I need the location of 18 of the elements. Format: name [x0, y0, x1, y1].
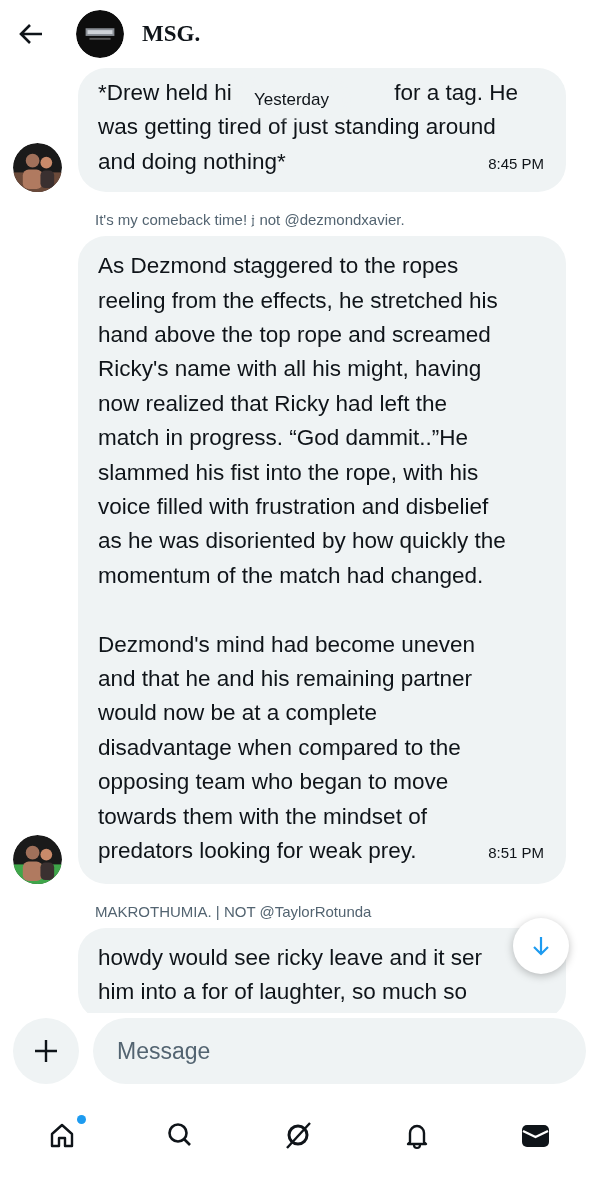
message-text: As Dezmond staggered to the ropes reeling from the effects, he stretched his hand above the top rope and screamed Ricky's name with all his might, having now realized that Ricky had left the match in progress. “God dammit..”He slammed his fist into the rope, with his voice filled with frustration and disbelief as he was disoriented by how quickly the momentum of the match had changed.	[98, 252, 506, 590]
date-label: Yesterday	[240, 86, 343, 114]
sender-name: MAKROTHUMIA. | NOT @TaylorRotunda	[95, 901, 373, 922]
message-text: and doing nothing*	[98, 147, 286, 176]
message-text: for a tag. He	[394, 79, 518, 107]
plus-icon	[34, 1039, 58, 1063]
sender-name: It's my comeback time! 𝔧 not @dezmondxavier.	[95, 210, 406, 231]
chat-title: MSG.	[142, 21, 201, 47]
notification-dot	[77, 1115, 87, 1124]
arrow-down-icon	[532, 936, 550, 956]
message-text: predators looking for weak prey.	[98, 837, 417, 866]
scroll-down-button[interactable]	[513, 918, 569, 974]
message-text: was getting tired of just standing around	[98, 113, 496, 142]
message-text: *Drew held hi	[98, 79, 232, 107]
message-time: 8:51 PM	[488, 843, 544, 864]
message-time: 8:45 PM	[488, 153, 544, 174]
message-text: howdy would see ricky leave and it ser him into a for of laughter, so much so	[98, 943, 482, 1006]
message-field[interactable]: Message	[93, 1018, 586, 1084]
